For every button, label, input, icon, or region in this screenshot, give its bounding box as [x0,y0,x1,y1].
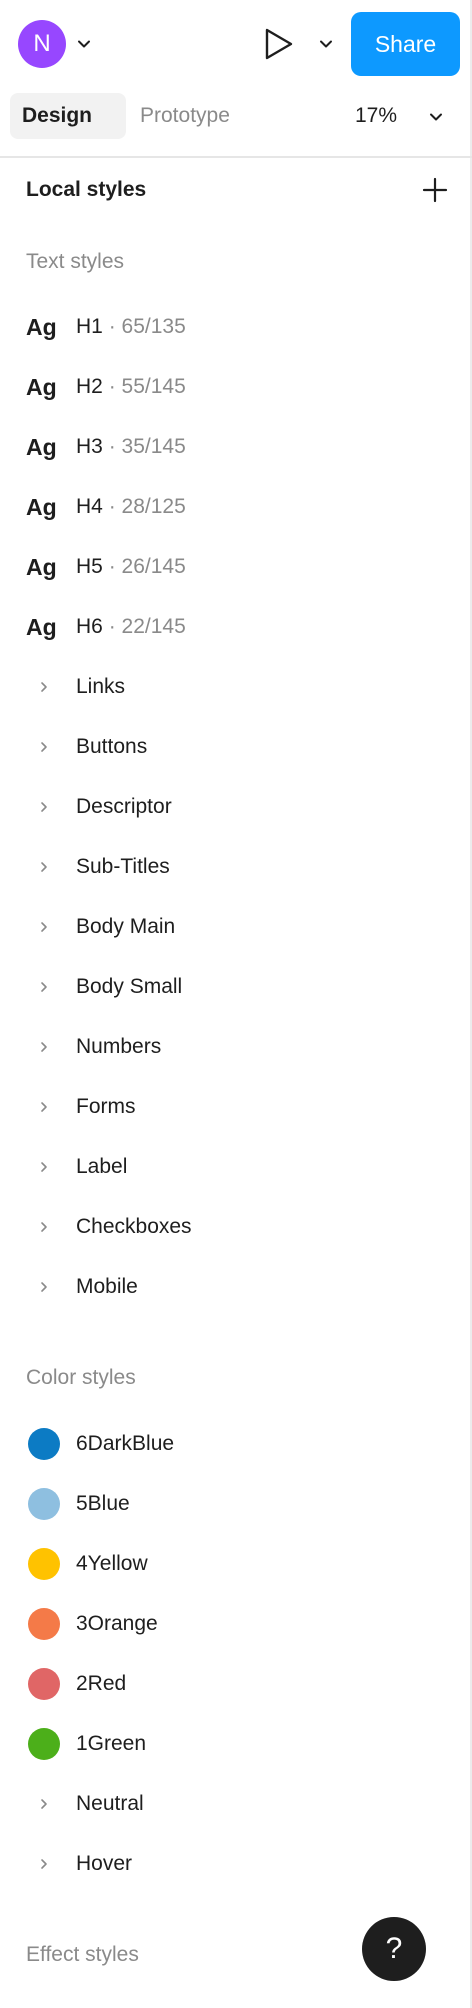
text-style-group[interactable]: Sub-Titles [0,837,470,897]
plus-icon[interactable] [420,175,450,205]
group-name: Descriptor [76,795,172,818]
group-name: Label [76,1155,128,1178]
design-panel: N Share Design Prototype 17% Local style… [0,0,472,2008]
play-icon[interactable] [258,24,298,64]
text-style-group[interactable]: Body Small [0,957,470,1017]
chevron-down-icon[interactable] [76,36,92,52]
chevron-right-icon[interactable] [36,1219,52,1235]
color-style-name: 1Green [76,1732,147,1755]
tab-prototype[interactable]: Prototype [128,93,242,139]
user-avatar[interactable]: N [18,20,66,68]
chevron-right-icon[interactable] [36,1159,52,1175]
group-name: Neutral [76,1792,144,1815]
group-name: Body Main [76,915,176,938]
color-style-name: 6DarkBlue [76,1432,175,1455]
chevron-right-icon[interactable] [36,799,52,815]
color-style-group[interactable]: Neutral [0,1774,470,1834]
color-style-group[interactable]: Hover [0,1834,470,1894]
text-styles-label: Text styles [26,250,125,273]
color-style-name: 4Yellow [76,1552,148,1575]
text-style-row[interactable]: Ag H2 · 55/145 [0,357,470,417]
text-style-preview-icon: Ag [26,614,57,640]
text-style-row[interactable]: Ag H6 · 22/145 [0,597,470,657]
chevron-right-icon[interactable] [36,739,52,755]
color-swatch [28,1488,60,1520]
chevron-right-icon[interactable] [36,1099,52,1115]
text-style-name: H4 · 28/125 [76,495,186,518]
color-swatch [28,1668,60,1700]
chevron-right-icon[interactable] [36,979,52,995]
color-style-name: 2Red [76,1672,127,1695]
color-swatch [28,1728,60,1760]
color-style-name: 3Orange [76,1612,158,1635]
chevron-right-icon[interactable] [36,919,52,935]
chevron-right-icon[interactable] [36,679,52,695]
top-toolbar: N Share [0,0,472,88]
text-style-row[interactable]: Ag H4 · 28/125 [0,477,470,537]
text-style-name: H1 · 65/135 [76,315,186,338]
text-style-preview-icon: Ag [26,494,57,520]
color-style-row[interactable]: 4Yellow [0,1534,470,1594]
group-name: Checkboxes [76,1215,192,1238]
color-style-row[interactable]: 3Orange [0,1594,470,1654]
text-style-group[interactable]: Body Main [0,897,470,957]
text-style-row[interactable]: Ag H1 · 65/135 [0,297,470,357]
text-style-group[interactable]: Label [0,1137,470,1197]
text-style-group[interactable]: Mobile [0,1257,470,1317]
color-swatch [28,1428,60,1460]
text-style-group[interactable]: Forms [0,1077,470,1137]
text-style-row[interactable]: Ag H5 · 26/145 [0,537,470,597]
text-style-name: H3 · 35/145 [76,435,186,458]
text-style-group[interactable]: Links [0,657,470,717]
panel-tabs: Design Prototype 17% [0,88,472,158]
group-name: Forms [76,1095,136,1118]
text-style-group[interactable]: Checkboxes [0,1197,470,1257]
text-style-name: H6 · 22/145 [76,615,186,638]
text-style-group[interactable]: Descriptor [0,777,470,837]
text-style-preview-icon: Ag [26,374,57,400]
color-style-row[interactable]: 5Blue [0,1474,470,1534]
text-style-group[interactable]: Numbers [0,1017,470,1077]
chevron-right-icon[interactable] [36,1039,52,1055]
group-name: Sub-Titles [76,855,170,878]
color-swatch [28,1548,60,1580]
chevron-right-icon[interactable] [36,1856,52,1872]
chevron-right-icon[interactable] [36,859,52,875]
group-name: Links [76,675,126,698]
text-style-group[interactable]: Buttons [0,717,470,777]
section-title: Local styles [26,178,147,201]
color-style-row[interactable]: 2Red [0,1654,470,1714]
group-name: Numbers [76,1035,162,1058]
color-styles-label: Color styles [26,1366,136,1389]
group-name: Body Small [76,975,183,998]
text-style-row[interactable]: Ag H3 · 35/145 [0,417,470,477]
effect-styles-label: Effect styles [26,1943,139,1966]
tab-design[interactable]: Design [10,93,126,139]
chevron-down-icon[interactable] [318,36,334,52]
group-name: Mobile [76,1275,138,1298]
color-swatch [28,1608,60,1640]
color-style-row[interactable]: 1Green [0,1714,470,1774]
text-style-name: H2 · 55/145 [76,375,186,398]
color-style-row[interactable]: 6DarkBlue [0,1414,470,1474]
help-button[interactable]: ? [362,1917,426,1981]
chevron-down-icon[interactable] [428,109,444,125]
color-style-name: 5Blue [76,1492,130,1515]
chevron-right-icon[interactable] [36,1796,52,1812]
chevron-right-icon[interactable] [36,1279,52,1295]
text-style-name: H5 · 26/145 [76,555,186,578]
text-style-preview-icon: Ag [26,554,57,580]
text-style-preview-icon: Ag [26,314,57,340]
share-button[interactable]: Share [351,12,460,76]
zoom-level[interactable]: 17% [355,93,397,139]
group-name: Hover [76,1852,133,1875]
text-style-preview-icon: Ag [26,434,57,460]
group-name: Buttons [76,735,148,758]
